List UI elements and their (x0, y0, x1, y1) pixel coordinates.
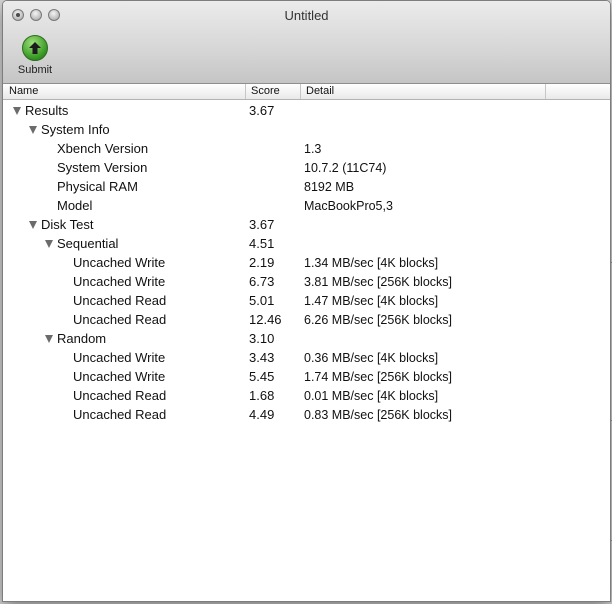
row-score: 1.68 (249, 388, 275, 403)
column-separator (545, 84, 546, 99)
row-detail: 10.7.2 (11C74) (304, 161, 387, 175)
outline-row[interactable]: Model MacBookPro5,3 (3, 197, 610, 216)
row-detail: 8192 MB (304, 180, 355, 194)
row-score: 12.46 (249, 312, 282, 327)
outline-header: Name Score Detail (3, 84, 610, 100)
window-title: Untitled (284, 8, 329, 23)
outline-row[interactable]: Uncached Write 2.19 1.34 MB/sec [4K blocks… (3, 254, 610, 273)
row-detail: 3.81 MB/sec [256K blocks] (304, 275, 452, 289)
disclosure-triangle-icon[interactable] (45, 240, 53, 248)
row-detail: 1.74 MB/sec [256K blocks] (304, 370, 452, 384)
disclosure-triangle-icon[interactable] (29, 126, 37, 134)
row-detail: 1.3 (304, 142, 322, 156)
row-score: 4.51 (249, 236, 275, 251)
outline-row[interactable]: Uncached Read 4.49 0.83 MB/sec [256K block… (3, 406, 610, 425)
green-up-arrow-icon (22, 35, 48, 61)
disclosure-triangle-icon[interactable] (45, 335, 53, 343)
column-header-name[interactable]: Name (3, 85, 245, 99)
row-name: Physical RAM (57, 179, 138, 194)
row-name: System Version (57, 160, 148, 175)
outline-row[interactable]: Disk Test 3.67 (3, 216, 610, 235)
row-name: Results (25, 103, 69, 118)
window-titlebar: Untitled Submit (3, 1, 610, 84)
row-score: 3.43 (249, 350, 275, 365)
disclosure-triangle-icon[interactable] (13, 107, 21, 115)
row-name: Model (57, 198, 93, 213)
outline-row[interactable]: Uncached Read 1.68 0.01 MB/sec [4K blocks] (3, 387, 610, 406)
submit-label: Submit (17, 64, 53, 76)
row-name: Random (57, 331, 107, 346)
row-name: Disk Test (41, 217, 94, 232)
outline-row[interactable]: Sequential 4.51 (3, 235, 610, 254)
column-header-detail[interactable]: Detail (300, 85, 545, 99)
row-name: Uncached Read (73, 407, 167, 422)
xbench-results-window: Untitled Submit Name Score Detail Result… (2, 0, 611, 602)
row-name: Uncached Write (73, 274, 166, 289)
row-name: System Info (41, 122, 110, 137)
outline-row[interactable]: Random 3.10 (3, 330, 610, 349)
row-detail: 1.47 MB/sec [4K blocks] (304, 294, 439, 308)
outline-row[interactable]: Xbench Version 1.3 (3, 140, 610, 159)
row-name: Uncached Write (73, 369, 166, 384)
row-score: 3.67 (249, 217, 275, 232)
row-name: Xbench Version (57, 141, 149, 156)
submit-button[interactable]: Submit (13, 35, 57, 76)
row-score: 6.73 (249, 274, 275, 289)
outline-row[interactable]: Uncached Write 5.45 1.74 MB/sec [256K bloc… (3, 368, 610, 387)
outline-row[interactable]: Uncached Write 3.43 0.36 MB/sec [4K blocks… (3, 349, 610, 368)
row-name: Uncached Write (73, 350, 166, 365)
row-detail: MacBookPro5,3 (304, 199, 393, 213)
row-name: Uncached Read (73, 312, 167, 327)
row-name: Uncached Read (73, 293, 167, 308)
row-detail: 0.36 MB/sec [4K blocks] (304, 351, 439, 365)
row-detail: 1.34 MB/sec [4K blocks] (304, 256, 439, 270)
row-score: 5.45 (249, 369, 275, 384)
row-detail: 0.01 MB/sec [4K blocks] (304, 389, 439, 403)
row-name: Sequential (57, 236, 119, 251)
row-detail: 0.83 MB/sec [256K blocks] (304, 408, 452, 422)
disclosure-triangle-icon[interactable] (29, 221, 37, 229)
row-name: Uncached Write (73, 255, 166, 270)
outline-row[interactable]: System Version 10.7.2 (11C74) (3, 159, 610, 178)
row-score: 3.67 (249, 103, 275, 118)
row-score: 2.19 (249, 255, 275, 270)
outline-row[interactable]: Physical RAM 8192 MB (3, 178, 610, 197)
outline-row[interactable]: Results 3.67 (3, 102, 610, 121)
outline-row[interactable]: Uncached Read 5.01 1.47 MB/sec [4K blocks] (3, 292, 610, 311)
row-score: 3.10 (249, 331, 275, 346)
row-score: 4.49 (249, 407, 275, 422)
column-header-score[interactable]: Score (245, 85, 300, 99)
row-detail: 6.26 MB/sec [256K blocks] (304, 313, 452, 327)
row-score: 5.01 (249, 293, 275, 308)
outline-row[interactable]: Uncached Read 12.46 6.26 MB/sec [256K bloc… (3, 311, 610, 330)
row-name: Uncached Read (73, 388, 167, 403)
outline-row[interactable]: System Info (3, 121, 610, 140)
outline-row[interactable]: Uncached Write 6.73 3.81 MB/sec [256K bloc… (3, 273, 610, 292)
